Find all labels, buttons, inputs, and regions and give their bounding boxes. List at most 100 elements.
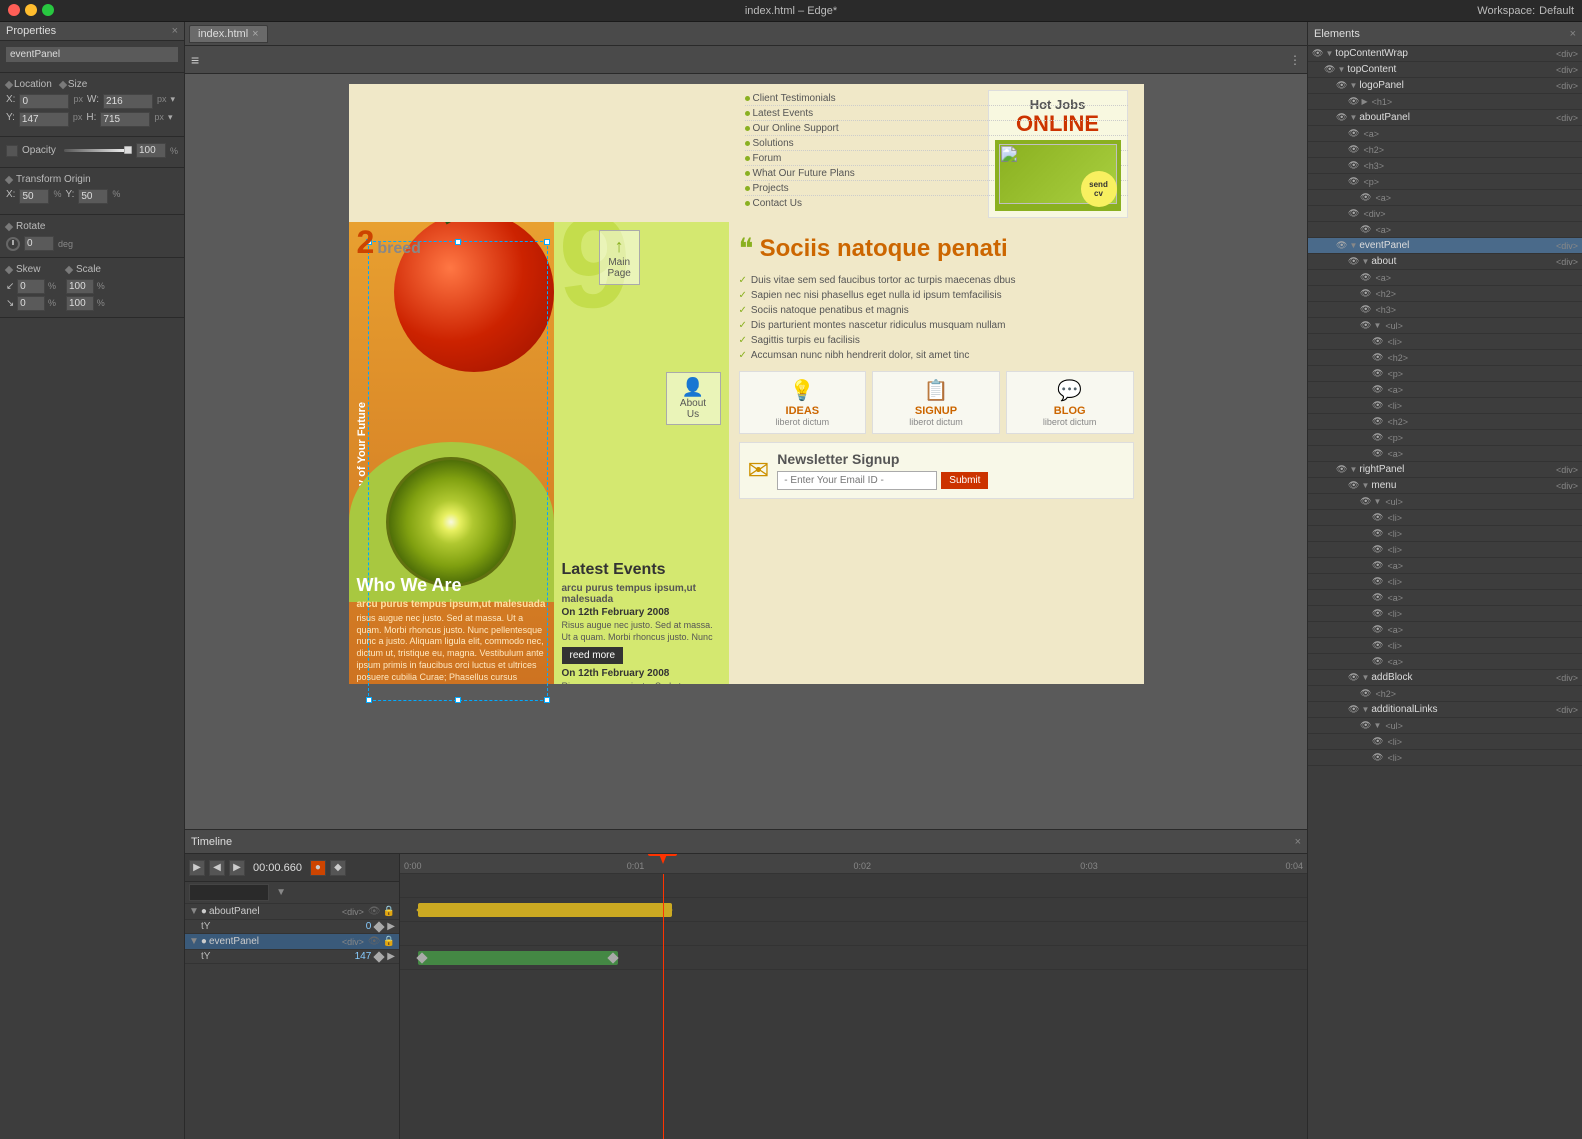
tl-about-ty-label: tY — [201, 921, 366, 932]
tree-rightPanel[interactable]: 👁 ▼ rightPanel <div> — [1308, 462, 1582, 478]
tree-ev-a[interactable]: 👁 <a> — [1308, 270, 1582, 286]
tree-ev-p2[interactable]: 👁 <p> — [1308, 430, 1582, 446]
newsletter-email-input[interactable] — [777, 471, 937, 490]
read-more-2-button[interactable]: reed more — [562, 647, 624, 664]
tree-menu-li4[interactable]: 👁 <li> — [1308, 574, 1582, 590]
tree-menu-li5[interactable]: 👁 <li> — [1308, 606, 1582, 622]
tree-menu[interactable]: 👁 ▼ menu <div> — [1308, 478, 1582, 494]
timeline-close[interactable]: × — [1295, 836, 1301, 848]
maximize-button[interactable] — [42, 4, 54, 16]
tx-input[interactable] — [19, 189, 49, 204]
tree-addl-li1[interactable]: 👁 <li> — [1308, 734, 1582, 750]
tree-menu-a2[interactable]: 👁 <a> — [1308, 590, 1582, 606]
minimize-button[interactable] — [25, 4, 37, 16]
w-input[interactable] — [103, 94, 153, 109]
tl-play-button[interactable]: ▶ — [189, 860, 205, 876]
tl-add-keyframe-button[interactable]: ◆ — [330, 860, 346, 876]
tree-about-div[interactable]: 👁 <div> — [1308, 206, 1582, 222]
skew-x-input[interactable] — [17, 279, 45, 294]
toolbar-menu-icon[interactable]: ≡ — [191, 52, 199, 68]
tl-about-ty-arrow[interactable]: ▶ — [387, 921, 395, 932]
rotate-dial[interactable] — [6, 237, 20, 251]
tree-addl-li2[interactable]: 👁 <li> — [1308, 750, 1582, 766]
skew-y-input[interactable] — [17, 296, 45, 311]
tree-h1[interactable]: 👁 ▶ <h1> — [1308, 94, 1582, 110]
tree-ev-a2[interactable]: 👁 <a> — [1308, 382, 1582, 398]
newsletter-submit-button[interactable]: Submit — [941, 472, 988, 489]
tl-event-ty-arrow[interactable]: ▶ — [387, 951, 395, 962]
tree-ev-p[interactable]: 👁 <p> — [1308, 366, 1582, 382]
tree-menu-a4[interactable]: 👁 <a> — [1308, 654, 1582, 670]
tree-menu-a3[interactable]: 👁 <a> — [1308, 622, 1582, 638]
tl-next-frame-button[interactable]: ▶ — [229, 860, 245, 876]
tree-addBlock[interactable]: 👁 ▼ addBlock <div> — [1308, 670, 1582, 686]
tl-about-lock[interactable]: 🔒 — [383, 906, 395, 917]
tree-menu-li2[interactable]: 👁 <li> — [1308, 526, 1582, 542]
tl-about-ty-diamond[interactable] — [374, 921, 385, 932]
tree-topContentWrap[interactable]: 👁 ▼ topContentWrap <div> — [1308, 46, 1582, 62]
tree-about-a2[interactable]: 👁 <a> — [1308, 190, 1582, 206]
scale-x-input[interactable] — [66, 279, 94, 294]
tl-bar-about-ty[interactable] — [418, 903, 672, 917]
toolbar-options-icon[interactable]: ⋮ — [1289, 53, 1301, 67]
tree-menu-li3[interactable]: 👁 <li> — [1308, 542, 1582, 558]
tree-logoPanel[interactable]: 👁 ▼ logoPanel <div> — [1308, 78, 1582, 94]
y-input[interactable] — [19, 112, 69, 127]
tree-about-a[interactable]: 👁 <a> — [1308, 126, 1582, 142]
tree-icon-23: 👁 — [1372, 416, 1383, 427]
tree-ev-a3[interactable]: 👁 <a> — [1308, 446, 1582, 462]
opacity-handle[interactable] — [124, 146, 132, 154]
tree-menu-li6[interactable]: 👁 <li> — [1308, 638, 1582, 654]
opacity-input[interactable] — [136, 143, 166, 158]
tree-aboutPanel[interactable]: 👁 ▼ aboutPanel <div> — [1308, 110, 1582, 126]
newsletter-title: Newsletter Signup — [777, 451, 988, 467]
tree-topContent[interactable]: 👁 ▼ topContent <div> — [1308, 62, 1582, 78]
canvas-container[interactable]: Client Testimonials Latest Events Our On… — [185, 74, 1307, 829]
tree-ev-li1[interactable]: 👁 <li> — [1308, 334, 1582, 350]
tree-event-about[interactable]: 👁 ▼ about <div> — [1308, 254, 1582, 270]
scale-y-input[interactable] — [66, 296, 94, 311]
tree-about-p[interactable]: 👁 <p> — [1308, 174, 1582, 190]
tree-menu-a1[interactable]: 👁 <a> — [1308, 558, 1582, 574]
close-button[interactable] — [8, 4, 20, 16]
tl-event-eye[interactable]: 👁 — [368, 936, 381, 947]
nav-item-2[interactable]: Our Online Support — [745, 122, 1128, 136]
nav-item-1[interactable]: Latest Events — [745, 107, 1128, 121]
tree-ev-h2[interactable]: 👁 <h2> — [1308, 286, 1582, 302]
properties-close[interactable]: × — [172, 25, 178, 37]
wp-about-button[interactable]: 👤 About Us — [666, 372, 721, 425]
ty-input[interactable] — [78, 189, 108, 204]
elements-close[interactable]: × — [1570, 28, 1576, 40]
rotate-input[interactable] — [24, 236, 54, 251]
tree-ev-h2b[interactable]: 👁 <h2> — [1308, 350, 1582, 366]
tree-about-h3[interactable]: 👁 <h3> — [1308, 158, 1582, 174]
tree-ev-ul[interactable]: 👁 ▼ <ul> — [1308, 318, 1582, 334]
tl-record-button[interactable]: ● — [310, 860, 326, 876]
h-input[interactable] — [100, 112, 150, 127]
tree-ev-h2c[interactable]: 👁 <h2> — [1308, 414, 1582, 430]
tl-bar-event-ty[interactable] — [418, 951, 618, 965]
tl-prev-frame-button[interactable]: ◀ — [209, 860, 225, 876]
nav-item-0[interactable]: Client Testimonials — [745, 92, 1128, 106]
tree-about-h2[interactable]: 👁 <h2> — [1308, 142, 1582, 158]
tree-menu-ul[interactable]: 👁 ▼ <ul> — [1308, 494, 1582, 510]
wp-main-page-button[interactable]: ↑ Main Page — [599, 230, 640, 285]
opacity-slider[interactable] — [64, 149, 132, 152]
tab-close[interactable]: × — [252, 28, 258, 40]
tl-search-input[interactable] — [189, 884, 269, 901]
canvas-tab[interactable]: index.html × — [189, 25, 268, 43]
tree-menu-li1[interactable]: 👁 <li> — [1308, 510, 1582, 526]
tree-addl-ul[interactable]: 👁 ▼ <ul> — [1308, 718, 1582, 734]
tl-filter-icon[interactable]: ▼ — [276, 887, 286, 898]
tree-addblock-h2[interactable]: 👁 <h2> — [1308, 686, 1582, 702]
tree-ev-h3[interactable]: 👁 <h3> — [1308, 302, 1582, 318]
tree-eventPanel[interactable]: 👁 ▼ eventPanel <div> — [1308, 238, 1582, 254]
tl-event-ty-diamond[interactable] — [374, 951, 385, 962]
tree-ev-li2[interactable]: 👁 <li> — [1308, 398, 1582, 414]
opacity-checkbox[interactable] — [6, 145, 18, 157]
x-input[interactable] — [19, 94, 69, 109]
tl-event-lock[interactable]: 🔒 — [383, 936, 395, 947]
tree-about-a3[interactable]: 👁 <a> — [1308, 222, 1582, 238]
tl-about-eye[interactable]: 👁 — [368, 906, 381, 917]
tree-additionalLinks[interactable]: 👁 ▼ additionalLinks <div> — [1308, 702, 1582, 718]
